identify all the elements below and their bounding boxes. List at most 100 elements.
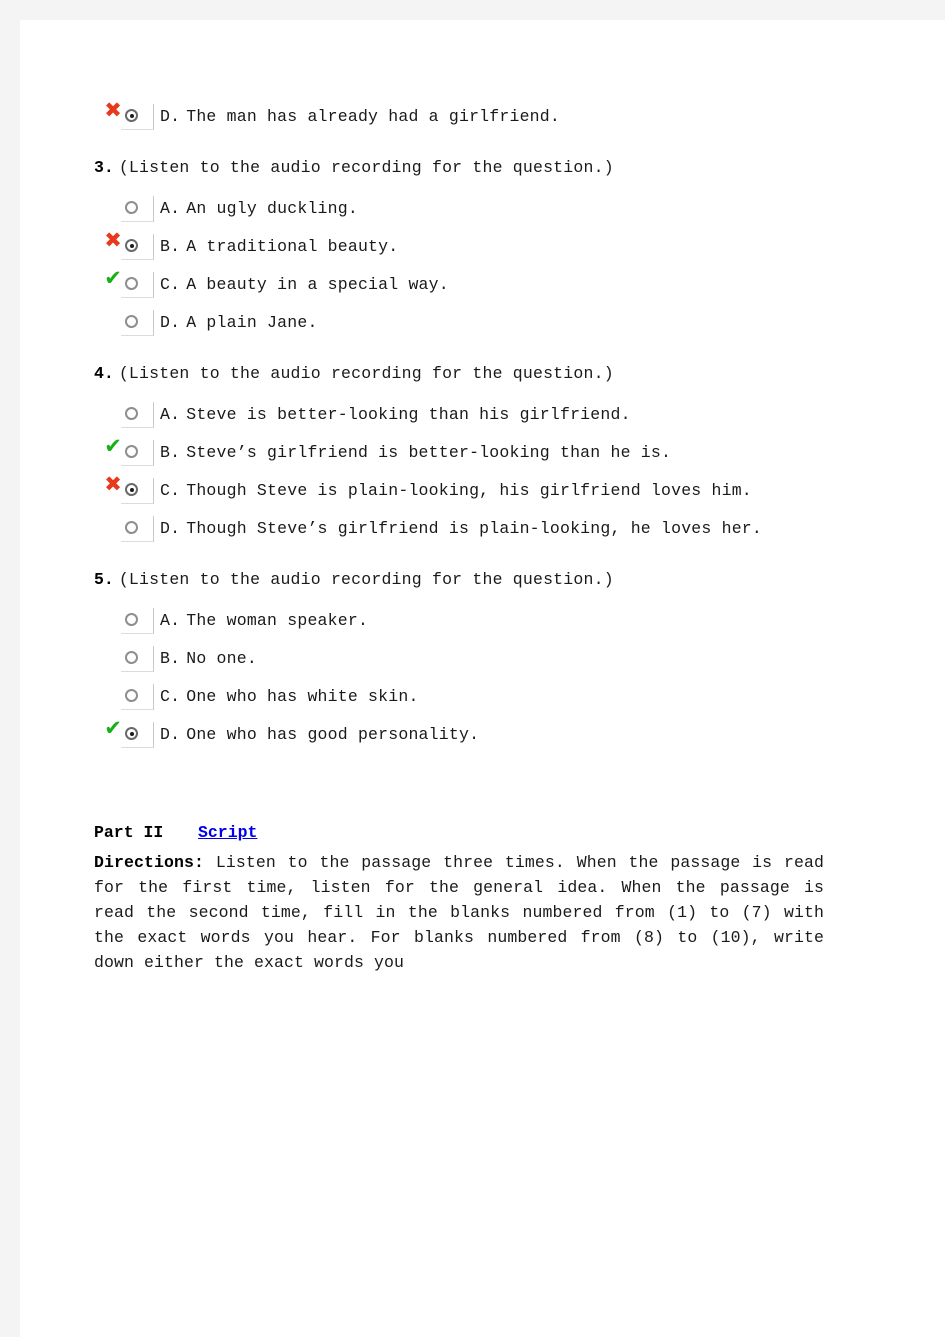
option-letter: B. [160,237,181,256]
option-letter: A. [160,405,181,424]
option-row[interactable]: B. No one. [94,640,884,678]
part-two-header: Part II Script [94,822,884,844]
radio-cell[interactable] [121,722,154,748]
question-block-4: 4. (Listen to the audio recording for the… [94,364,884,548]
option-row[interactable]: A. The woman speaker. [94,602,884,640]
radio-cell[interactable] [121,608,154,634]
directions-paragraph: Directions: Listen to the passage three … [94,850,824,975]
radio-button[interactable] [125,201,138,214]
option-text: D. One who has good personality. [154,725,479,745]
option-row[interactable]: D. A plain Jane. [94,304,884,342]
option-text: C. A beauty in a special way. [154,275,449,295]
option-row[interactable]: ✔ D. One who has good personality. [94,716,884,754]
option-text: B. A traditional beauty. [154,237,398,257]
option-row[interactable]: ✔ B. Steve’s girlfriend is better-looking… [94,434,884,472]
radio-cell[interactable] [121,516,154,542]
option-text: A. Steve is better-looking than his girlf… [154,405,631,425]
radio-button[interactable] [125,239,138,252]
radio-button[interactable] [125,689,138,702]
option-row[interactable]: A. Steve is better-looking than his girlf… [94,396,884,434]
radio-button[interactable] [125,727,138,740]
option-letter: C. [160,687,181,706]
question-heading: 5. (Listen to the audio recording for the… [94,570,884,590]
question-heading: 3. (Listen to the audio recording for the… [94,158,884,178]
question-prompt: (Listen to the audio recording for the q… [118,364,614,383]
radio-button[interactable] [125,445,138,458]
option-label: No one. [186,649,257,668]
radio-cell[interactable] [121,272,154,298]
option-row[interactable]: C. One who has white skin. [94,678,884,716]
option-label: One who has good personality. [186,725,480,744]
radio-button[interactable] [125,109,138,122]
option-letter: B. [160,443,181,462]
radio-cell[interactable] [121,234,154,260]
question-heading: 4. (Listen to the audio recording for the… [94,364,884,384]
radio-button[interactable] [125,315,138,328]
question-number: 3. [94,158,114,177]
option-letter: D. [160,725,181,744]
radio-cell[interactable] [121,684,154,710]
option-label: One who has white skin. [186,687,419,706]
radio-cell[interactable] [121,196,154,222]
script-link[interactable]: Script [198,823,257,842]
question-number: 4. [94,364,114,383]
option-row[interactable]: A. An ugly duckling. [94,190,884,228]
option-letter: D. [160,313,181,332]
question-prompt: (Listen to the audio recording for the q… [118,158,614,177]
option-row[interactable]: ✖ D. The man has already had a girlfriend… [94,98,884,136]
option-label: A plain Jane. [186,313,318,332]
option-text: B. No one. [154,649,257,669]
option-label: Though Steve is plain-looking, his girlf… [186,481,752,500]
option-text: D. Though Steve’s girlfriend is plain-loo… [154,519,762,539]
option-text: B. Steve’s girlfriend is better-looking t… [154,443,671,463]
part-two-section: Part II Script Directions: Listen to the … [94,822,884,975]
part-label: Part II [94,823,164,842]
radio-cell[interactable] [121,646,154,672]
option-row[interactable]: ✖ C. Though Steve is plain-looking, his g… [94,472,884,510]
option-label: The woman speaker. [186,611,369,630]
option-letter: A. [160,611,181,630]
option-letter: D. [160,519,181,538]
question-prompt: (Listen to the audio recording for the q… [118,570,614,589]
radio-button[interactable] [125,407,138,420]
option-text: C. One who has white skin. [154,687,419,707]
radio-button[interactable] [125,613,138,626]
quiz-content: ✖ D. The man has already had a girlfriend… [94,98,884,975]
option-text: D. A plain Jane. [154,313,318,333]
option-letter: A. [160,199,181,218]
directions-body: Listen to the passage three times. When … [94,853,824,972]
option-row[interactable]: ✖ B. A traditional beauty. [94,228,884,266]
option-text: A. The woman speaker. [154,611,368,631]
option-row[interactable]: D. Though Steve’s girlfriend is plain-loo… [94,510,884,548]
question-block-5: 5. (Listen to the audio recording for the… [94,570,884,754]
question-block-3: 3. (Listen to the audio recording for the… [94,158,884,342]
option-letter: D. [160,107,181,126]
option-row[interactable]: ✔ C. A beauty in a special way. [94,266,884,304]
radio-button[interactable] [125,521,138,534]
option-letter: B. [160,649,181,668]
orphan-question-block: ✖ D. The man has already had a girlfriend… [94,98,884,136]
option-text: C. Though Steve is plain-looking, his gir… [154,481,752,501]
radio-button[interactable] [125,651,138,664]
option-label: A beauty in a special way. [186,275,449,294]
option-letter: C. [160,275,181,294]
radio-cell[interactable] [121,104,154,130]
option-text: D. The man has already had a girlfriend. [154,107,560,127]
radio-cell[interactable] [121,440,154,466]
option-label: The man has already had a girlfriend. [186,107,560,126]
option-label: Though Steve’s girlfriend is plain-looki… [186,519,763,538]
option-label: Steve is better-looking than his girlfri… [186,405,631,424]
directions-label: Directions: [94,853,205,872]
option-letter: C. [160,481,181,500]
radio-cell[interactable] [121,402,154,428]
radio-cell[interactable] [121,478,154,504]
page-panel: ✖ D. The man has already had a girlfriend… [20,20,945,1337]
radio-button[interactable] [125,483,138,496]
question-number: 5. [94,570,114,589]
option-label: Steve’s girlfriend is better-looking tha… [186,443,672,462]
radio-button[interactable] [125,277,138,290]
option-label: An ugly duckling. [186,199,358,218]
option-label: A traditional beauty. [186,237,399,256]
radio-cell[interactable] [121,310,154,336]
option-text: A. An ugly duckling. [154,199,358,219]
